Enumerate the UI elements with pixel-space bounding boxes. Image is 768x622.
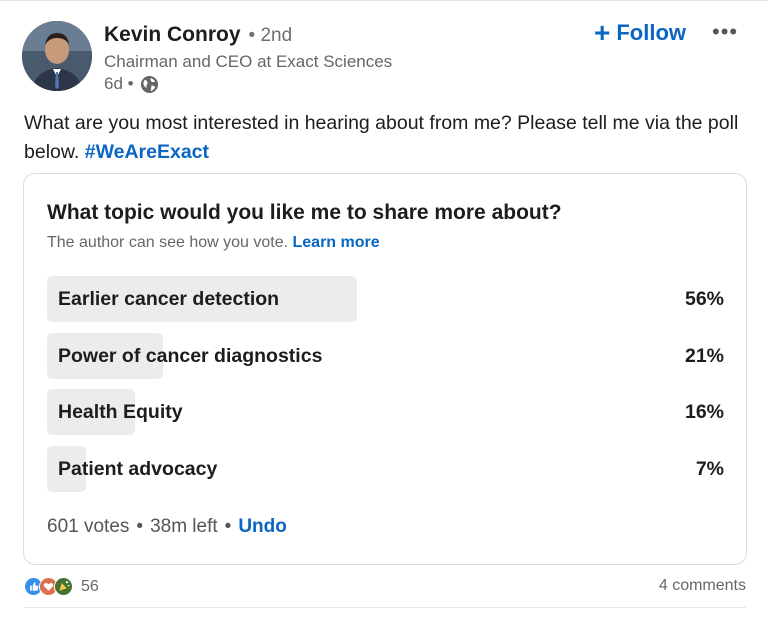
- author-avatar[interactable]: [22, 21, 92, 91]
- comments-link[interactable]: 4 comments: [659, 577, 746, 595]
- learn-more-link[interactable]: Learn more: [293, 234, 380, 251]
- poll-option: Health Equity 16%: [47, 389, 724, 435]
- poll-footer: 601 votes • 38m left • Undo: [47, 516, 287, 538]
- poll-option: Patient advocacy 7%: [47, 446, 724, 492]
- poll-note-text: The author can see how you vote.: [47, 234, 289, 251]
- poll: What topic would you like me to share mo…: [23, 173, 747, 565]
- time-left: 38m left: [150, 516, 218, 537]
- poll-option-percent: 7%: [695, 458, 724, 480]
- poll-option-percent: 56%: [684, 288, 724, 310]
- divider: [24, 607, 746, 608]
- undo-vote-button[interactable]: Undo: [238, 516, 287, 538]
- author-name[interactable]: Kevin Conroy: [104, 23, 241, 47]
- poll-option-label: Power of cancer diagnostics: [58, 345, 323, 367]
- poll-option-percent: 16%: [684, 401, 724, 423]
- globe-icon: [140, 75, 159, 94]
- separator-dot: •: [224, 516, 232, 537]
- post-text: What are you most interested in hearing …: [24, 109, 746, 167]
- poll-option-percent: 21%: [684, 345, 724, 367]
- vote-count: 601 votes: [47, 516, 130, 537]
- post-card: Kevin Conroy • 2nd Chairman and CEO at E…: [0, 0, 768, 622]
- follow-button[interactable]: + Follow: [594, 19, 686, 47]
- poll-option: Power of cancer diagnostics 21%: [47, 333, 724, 379]
- hashtag-link[interactable]: #WeAreExact: [85, 141, 209, 163]
- reaction-count: 56: [81, 578, 99, 595]
- poll-option-label: Patient advocacy: [58, 458, 218, 480]
- poll-note: The author can see how you vote. Learn m…: [47, 234, 380, 252]
- author-headline: Chairman and CEO at Exact Sciences: [104, 52, 393, 71]
- follow-label: Follow: [616, 20, 687, 45]
- poll-option-label: Health Equity: [58, 401, 183, 423]
- poll-option: Earlier cancer detection 56%: [47, 276, 724, 322]
- poll-option-label: Earlier cancer detection: [58, 288, 280, 310]
- plus-icon: +: [594, 17, 611, 48]
- celebrate-icon: [54, 577, 74, 597]
- more-options-icon[interactable]: •••: [712, 19, 738, 45]
- poll-question: What topic would you like me to share mo…: [47, 201, 562, 224]
- connection-degree: • 2nd: [248, 25, 293, 46]
- post-time: 6d •: [104, 74, 134, 93]
- reactions-summary[interactable]: 56: [24, 577, 99, 597]
- separator-dot: •: [136, 516, 144, 537]
